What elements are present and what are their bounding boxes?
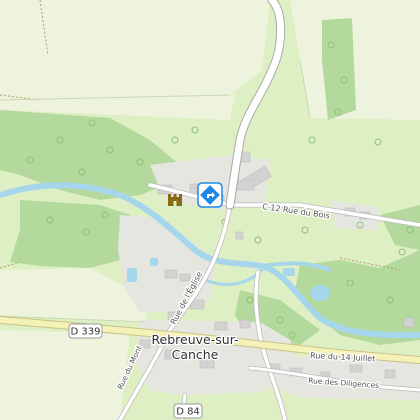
castle-icon[interactable] [168,194,182,206]
svg-text:D 339: D 339 [71,327,101,338]
place-label-line1: Rebreuve-sur- [151,332,238,347]
road-shield-d84: D 84 [173,403,203,419]
diamond-direction-icon[interactable] [197,182,223,208]
place-label-line2: Canche [172,347,219,362]
map-canvas[interactable]: C 12 Rue du Bois Rue du 14 Juillet Rue d… [0,0,420,420]
svg-text:D 84: D 84 [176,407,200,418]
road-shield-d339: D 339 [68,323,103,339]
map-view[interactable]: C 12 Rue du Bois Rue du 14 Juillet Rue d… [0,0,420,420]
